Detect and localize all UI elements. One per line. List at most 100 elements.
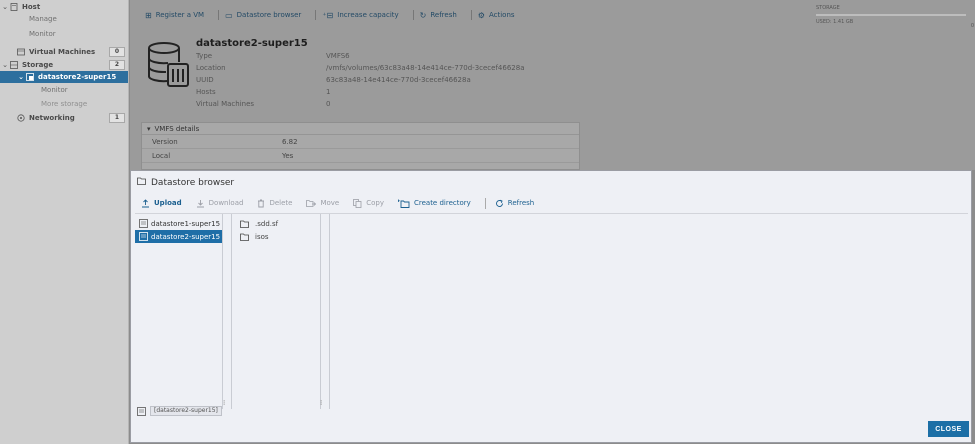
refresh-button[interactable]: ↻ Refresh <box>420 11 457 20</box>
copy-button[interactable]: Copy <box>353 198 384 208</box>
nav-item-networking[interactable]: Networking 1 <box>0 112 128 124</box>
folder-list-item[interactable]: isos <box>232 230 320 243</box>
nav-item-host-monitor[interactable]: Monitor <box>0 28 128 40</box>
datastore-large-icon <box>146 40 192 90</box>
storage-header: STORAGE <box>816 5 840 11</box>
actions-button[interactable]: ⚙ Actions <box>478 11 515 20</box>
nav-label: Host <box>22 3 41 11</box>
increase-capacity-button[interactable]: ⁺⊟ Increase capacity <box>322 11 398 20</box>
count-badge: 1 <box>109 113 125 123</box>
nav-label: Virtual Machines <box>29 48 96 56</box>
refresh-label: Refresh <box>507 199 535 207</box>
close-button[interactable]: CLOSE <box>928 421 969 437</box>
gear-icon: ⚙ <box>477 10 485 20</box>
move-label: Move <box>320 199 340 207</box>
pane-resize-grip[interactable]: ⁞ <box>223 399 225 407</box>
chevron-down-icon: ⌄ <box>2 3 8 11</box>
dialog-title-label: Datastore browser <box>151 177 235 188</box>
refresh-button[interactable]: Refresh <box>495 199 534 208</box>
vmfs-value: Yes <box>282 151 294 160</box>
register-vm-button[interactable]: ⊞ Register a VM <box>145 11 204 20</box>
property-value: VMFS6 <box>326 52 350 60</box>
move-button[interactable]: Move <box>306 199 339 208</box>
toolbar-divider <box>218 10 220 20</box>
nav-label: More storage <box>41 100 88 108</box>
toolbar-divider <box>484 197 486 209</box>
current-path-field[interactable]: [datastore2-super15] <box>150 406 222 416</box>
chevron-down-icon: ⌄ <box>2 61 8 69</box>
download-icon <box>196 199 205 208</box>
refresh-icon: ↻ <box>419 10 427 20</box>
nav-label: Storage <box>22 61 54 69</box>
datastore-icon <box>139 232 148 241</box>
folder-list-item[interactable]: .sdd.sf <box>232 217 320 230</box>
datastore-icon <box>137 406 146 416</box>
download-label: Download <box>208 199 244 207</box>
property-value: 1 <box>326 88 331 96</box>
folder-name: isos <box>255 232 269 241</box>
datastore-browser-button[interactable]: ▭ Datastore browser <box>225 11 301 20</box>
property-key: Virtual Machines <box>196 100 255 108</box>
storage-free: 0 <box>970 23 974 29</box>
toolbar-divider <box>412 10 414 20</box>
nav-item-manage[interactable]: Manage <box>0 13 128 25</box>
path-bar: [datastore2-super15] <box>137 406 222 416</box>
page-title: datastore2-super15 <box>196 38 308 49</box>
vmfs-details-header[interactable]: ▾ VMFS details <box>142 123 579 135</box>
property-row: Virtual Machines 0 <box>196 98 525 110</box>
register-vm-icon: ⊞ <box>145 10 152 20</box>
vmfs-details-panel: ▾ VMFS details Version 6.82 Local Yes <box>141 122 580 170</box>
folder-name: .sdd.sf <box>255 219 279 228</box>
refresh-icon <box>495 199 504 208</box>
move-icon <box>306 199 317 208</box>
storage-usage-bar <box>816 14 966 16</box>
delete-button[interactable]: Delete <box>257 199 292 208</box>
toolbar-divider <box>470 10 472 20</box>
nav-item-host[interactable]: ⌄ Host <box>0 1 128 13</box>
folder-icon <box>137 177 146 188</box>
chevron-down-icon: ⌄ <box>18 73 24 81</box>
property-row: Type VMFS6 <box>196 50 525 62</box>
download-button[interactable]: Download <box>196 199 244 208</box>
nav-label: Networking <box>29 114 75 122</box>
folder-icon <box>240 220 249 228</box>
nav-label: Manage <box>29 15 57 23</box>
refresh-label: Refresh <box>430 11 457 19</box>
datastore-toolbar: ⊞ Register a VM ▭ Datastore browser ⁺⊟ I… <box>145 8 529 22</box>
datastore-icon <box>139 219 148 228</box>
nav-item-datastore2[interactable]: ⌄ datastore2-super15 <box>0 71 128 83</box>
copy-label: Copy <box>366 199 384 207</box>
create-directory-label: Create directory <box>413 199 471 207</box>
count-badge: 2 <box>109 60 125 70</box>
nav-item-datastore-monitor[interactable]: Monitor <box>0 84 128 96</box>
nav-item-storage[interactable]: ⌄ Storage 2 <box>0 59 128 71</box>
property-value: 63c83a48-14e414ce-770d-3cecef46628a <box>326 76 471 84</box>
property-row: Hosts 1 <box>196 86 525 98</box>
folder-icon: ▭ <box>225 10 233 20</box>
create-directory-button[interactable]: Create directory <box>397 199 471 208</box>
nav-item-virtual-machines[interactable]: Virtual Machines 0 <box>0 46 128 58</box>
property-key: Hosts <box>196 88 216 96</box>
dialog-title: Datastore browser <box>137 177 234 188</box>
vmfs-row: Version 6.82 <box>142 135 579 149</box>
browser-panes: datastore1-super15 datastore2-super15 ⁞ … <box>135 213 968 409</box>
vm-icon <box>17 48 25 56</box>
toolbar-divider <box>315 10 317 20</box>
property-value: 0 <box>326 100 331 108</box>
vmfs-key: Version <box>152 137 178 146</box>
nav-label: datastore2-super15 <box>38 73 117 81</box>
count-badge: 0 <box>109 47 125 57</box>
register-vm-label: Register a VM <box>155 11 205 19</box>
folder-list-pane: .sdd.sf isos ⁞ <box>231 214 322 409</box>
datastore-list-item-selected[interactable]: datastore2-super15 <box>135 230 222 243</box>
upload-button[interactable]: Upload <box>141 198 182 208</box>
pane-resize-grip[interactable]: ⁞ <box>320 399 322 407</box>
datastore-list-item[interactable]: datastore1-super15 <box>135 217 222 230</box>
storage-used: USED: 1.41 GB <box>816 19 854 25</box>
property-value: /vmfs/volumes/63c83a48-14e414ce-770d-3ce… <box>326 64 525 72</box>
property-row: Location /vmfs/volumes/63c83a48-14e414ce… <box>196 62 525 74</box>
upload-icon <box>141 198 150 208</box>
datastore-browser-dialog: Datastore browser Upload Download Delete… <box>130 170 972 443</box>
nav-item-more-storage[interactable]: More storage <box>0 98 128 110</box>
storage-usage-panel: STORAGE USED: 1.41 GB 0 <box>816 5 975 35</box>
